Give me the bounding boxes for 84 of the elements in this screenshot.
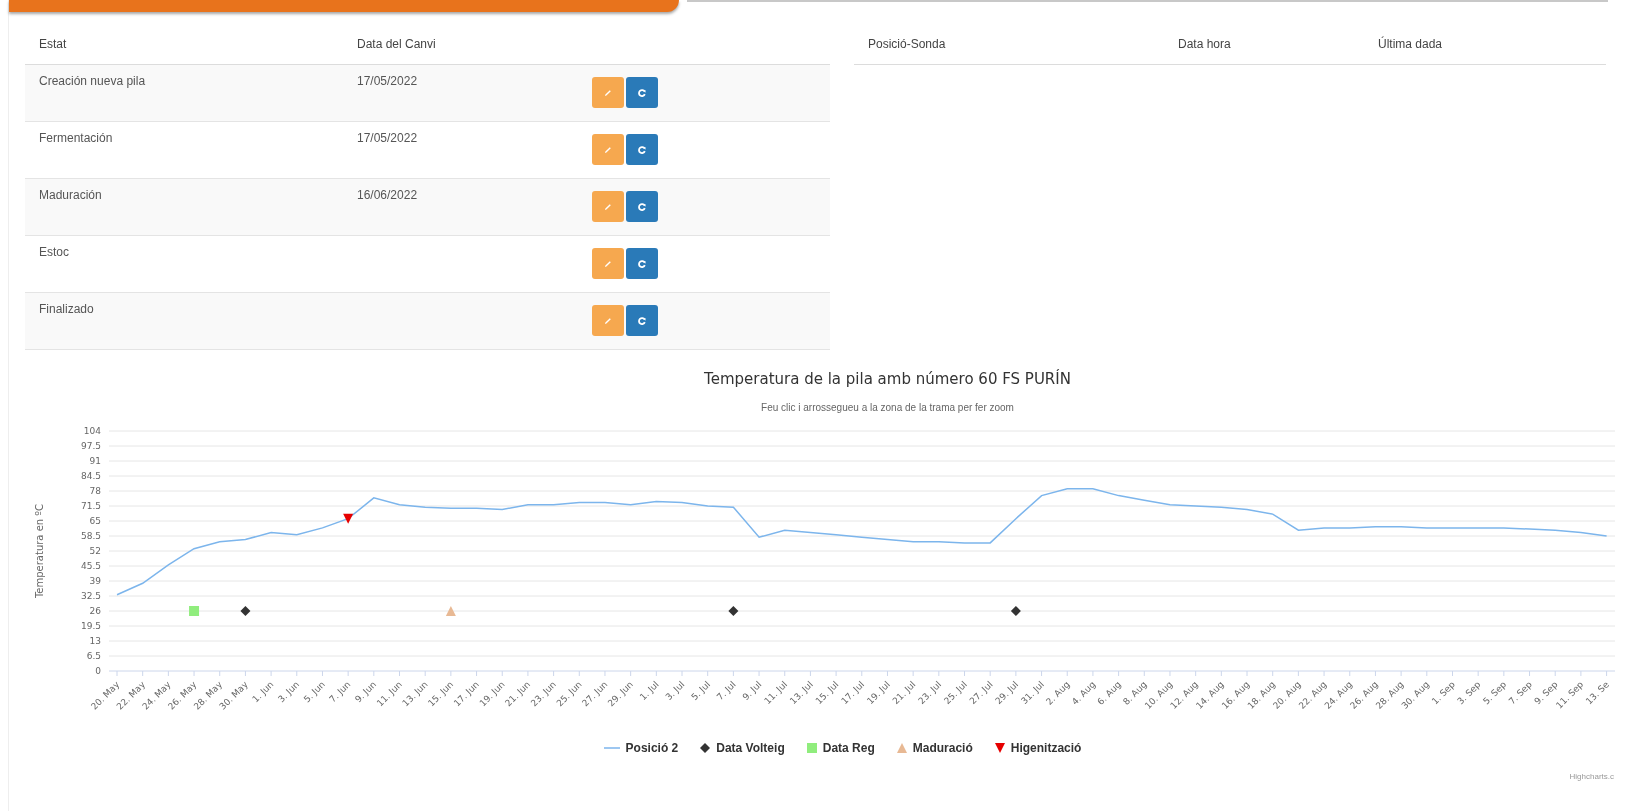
- axis-label: 29. Jul: [993, 679, 1021, 707]
- axis-label: 7. Jul: [714, 679, 738, 703]
- axis-label: 27. Jul: [967, 679, 995, 707]
- axis-label: 32.5: [80, 591, 101, 601]
- axis-label: 13. Jul: [787, 679, 815, 707]
- axis-label: 3. Jun: [276, 679, 302, 705]
- axis-label: 31. Jul: [1019, 679, 1046, 707]
- axis-label: 1. Sep: [1429, 679, 1457, 707]
- legend-item[interactable]: Posició 2: [603, 741, 679, 755]
- refresh-button[interactable]: [626, 134, 658, 165]
- pencil-icon: [603, 315, 613, 326]
- axis-label: 104: [83, 426, 101, 436]
- down-triangle-icon: [994, 743, 1005, 753]
- refresh-button[interactable]: [626, 191, 658, 222]
- refresh-button[interactable]: [626, 305, 658, 336]
- axis-label: 84.5: [80, 471, 101, 481]
- chart-subtitle: Feu clic i arrossegueu a la zona de la trama per fer zoom: [760, 402, 1015, 413]
- axis-label: 17. Jul: [839, 679, 867, 707]
- axis-label: 7. Sep: [1506, 679, 1534, 707]
- axis-label: 5. Jul: [689, 679, 713, 703]
- axis-label: 23. Jul: [916, 679, 944, 707]
- table-cell-text: Fermentación: [38, 130, 114, 147]
- column-header: Data del Canvi: [356, 36, 437, 53]
- axis-label: 15. Jul: [813, 679, 841, 707]
- axis-label: 13. Se: [1583, 679, 1611, 707]
- table-cell-text: Finalizado: [38, 301, 95, 318]
- axis-label: 7. Jun: [327, 679, 353, 705]
- axis-label: 52: [89, 546, 101, 556]
- diamond-icon: [700, 743, 711, 753]
- axis-label: 13: [89, 636, 101, 646]
- axis-label: 45.5: [80, 561, 101, 571]
- chart-title: Temperatura de la pila amb número 60 FS PURÍN: [703, 370, 1072, 388]
- pencil-icon: [603, 201, 613, 212]
- axis-label: 3. Sep: [1455, 679, 1483, 707]
- axis-label: 19. Jul: [865, 679, 892, 707]
- axis-label: 0: [95, 666, 101, 676]
- column-header: Posició-Sonda: [867, 36, 947, 53]
- refresh-icon: [637, 258, 647, 269]
- refresh-icon: [637, 315, 647, 326]
- column-header: Data hora: [1177, 36, 1232, 53]
- table-cell-text: 17/05/2022: [356, 73, 419, 90]
- axis-label: 17. Jun: [451, 679, 481, 709]
- axis-label: 21. Jul: [890, 679, 918, 707]
- triangle-icon: [896, 743, 907, 753]
- table-cell-text: 17/05/2022: [356, 130, 419, 147]
- legend-item[interactable]: Higenització: [994, 741, 1082, 755]
- axis-label: 2. Aug: [1044, 679, 1072, 707]
- axis-label: 3. Jul: [663, 679, 687, 703]
- axis-label: 71.5: [80, 501, 101, 511]
- square-icon: [806, 743, 817, 753]
- axis-label: 6.5: [86, 651, 101, 661]
- axis-label: 78: [89, 486, 101, 496]
- axis-label: 1. Jun: [250, 679, 276, 705]
- refresh-button[interactable]: [626, 248, 658, 279]
- legend-item[interactable]: Data Volteig: [700, 741, 785, 755]
- axis-label: 11. Jul: [762, 679, 790, 707]
- axis-label: 9. Jul: [740, 679, 764, 703]
- refresh-icon: [637, 87, 647, 98]
- column-header: Última dada: [1377, 35, 1444, 53]
- pencil-icon: [603, 87, 613, 98]
- axis-label: 91: [89, 456, 101, 466]
- axis-label: 1. Jul: [637, 679, 661, 703]
- axis-label: 19.5: [80, 621, 101, 631]
- axis-label: 26: [89, 606, 101, 616]
- table-cell-text: 16/06/2022: [356, 187, 419, 204]
- refresh-icon: [637, 144, 647, 155]
- axis-label: 5. Jun: [301, 679, 327, 705]
- axis-label: 97.5: [80, 441, 101, 451]
- axis-title: Temperatura en ºC: [34, 503, 45, 599]
- column-header: Estat: [38, 36, 68, 53]
- table-cell-text: Estoc: [38, 244, 70, 261]
- legend-item[interactable]: Maduració: [896, 741, 973, 755]
- axis-label: 5. Sep: [1481, 679, 1509, 707]
- refresh-icon: [637, 201, 647, 212]
- axis-label: 25. Jul: [942, 679, 969, 707]
- table-cell-text: Maduración: [38, 187, 103, 204]
- pencil-icon: [603, 258, 613, 269]
- axis-label: 65: [89, 516, 101, 526]
- legend-item[interactable]: Data Reg: [806, 741, 875, 755]
- axis-label: 58.5: [80, 531, 101, 541]
- table-cell-text: Creación nueva pila: [38, 73, 147, 90]
- axis-label: 39: [89, 576, 101, 586]
- refresh-button[interactable]: [626, 77, 658, 108]
- pencil-icon: [603, 144, 613, 155]
